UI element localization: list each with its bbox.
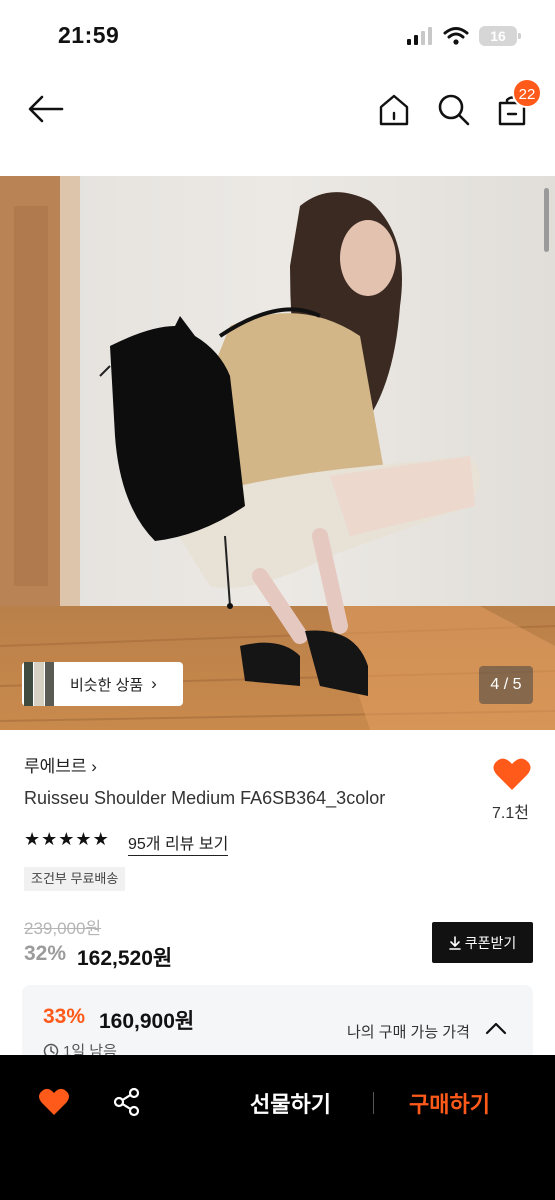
status-time: 21:59 [58,22,120,48]
bottom-action-bar: 선물하기 구매하기 [0,1055,555,1200]
member-price: 160,900원 [99,1010,195,1033]
star-icon: ★ [41,829,58,849]
chevron-right-icon: › [151,674,157,693]
gallery-page-indicator: 4 / 5 [479,666,533,704]
coupon-button[interactable]: 쿠폰받기 [432,922,533,963]
signal-icon [407,27,432,45]
status-bar: 21:59 16 [0,0,555,76]
battery-indicator: 16 [479,26,521,46]
back-arrow-icon[interactable] [26,94,66,124]
brand-name: 루에브르 [24,757,87,776]
review-link[interactable]: 95개 리뷰 보기 [128,830,229,856]
star-icon: ★ [58,829,75,849]
star-icon: ★ [92,829,109,849]
home-icon[interactable] [376,92,412,128]
search-icon[interactable] [436,92,472,128]
wifi-icon [443,27,469,45]
similar-products-label: 비슷한 상품 [70,676,144,694]
brand-link[interactable]: 루에브르 › [24,752,97,777]
discount-rate: 32% [24,942,67,965]
wishlist-heart-icon[interactable] [492,756,532,792]
similar-products-button[interactable]: 비슷한 상품 › [22,662,183,706]
coupon-label: 쿠폰받기 [464,934,517,951]
wishlist-count: 7.1천 [492,805,529,822]
buy-button[interactable]: 구매하기 [409,1087,490,1119]
shipping-tag: 조건부 무료배송 [24,867,126,891]
chevron-right-icon: › [91,757,97,776]
similar-products-thumbnail [24,662,54,706]
gift-button[interactable]: 선물하기 [250,1087,331,1119]
top-nav [0,76,555,176]
original-price: 239,000원 [24,919,102,938]
scroll-indicator[interactable] [544,188,549,252]
member-discount-rate: 33% [43,1005,86,1028]
star-icon: ★ [24,829,41,849]
download-icon [448,935,461,950]
product-photo [0,176,555,730]
share-icon[interactable] [113,1087,141,1117]
divider [373,1092,374,1114]
heart-icon[interactable] [38,1087,70,1117]
rating-stars: ★ ★ ★ ★ ★ [24,828,109,850]
sale-price: 162,520원 [77,947,173,970]
star-icon: ★ [75,829,92,849]
status-icons: 16 [407,26,521,46]
product-image-gallery[interactable]: 비슷한 상품 › 4 / 5 [0,176,555,730]
chevron-up-icon[interactable] [484,1017,508,1039]
member-price-label: 나의 구매 가능 가격 [347,1024,470,1041]
cart-count-badge: 22 [512,78,542,108]
product-name: Ruisseu Shoulder Medium FA6SB364_3color [24,788,386,808]
